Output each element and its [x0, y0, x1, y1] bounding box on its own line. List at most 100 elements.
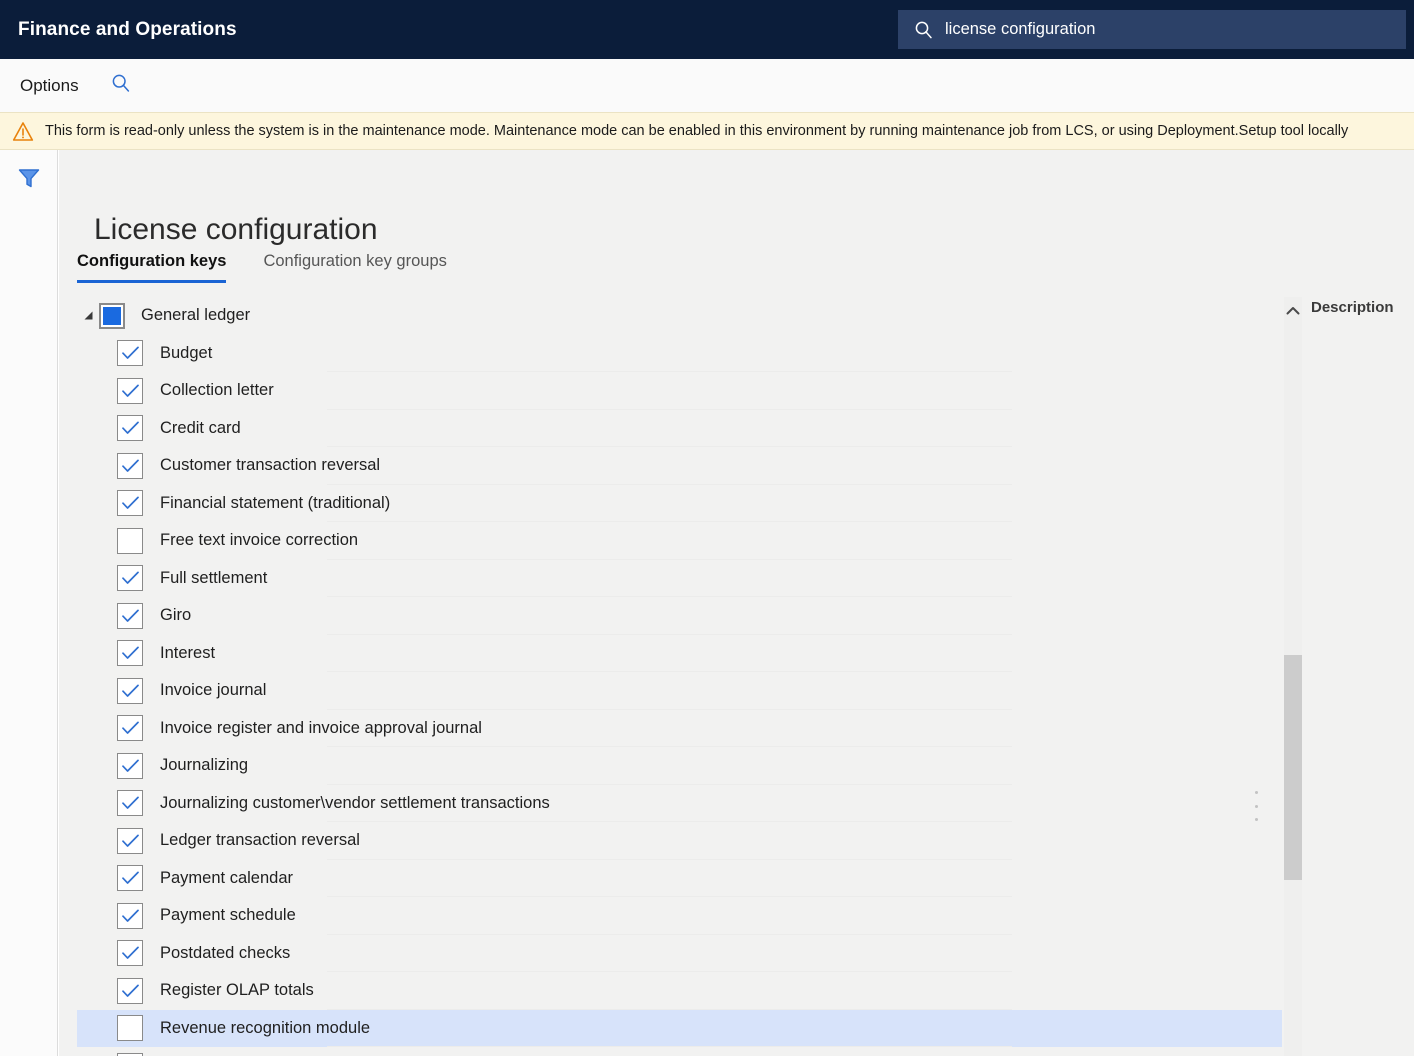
checkmark-icon [121, 871, 139, 885]
global-search-input[interactable]: license configuration [945, 20, 1095, 39]
tree-row-label: Full settlement [160, 568, 268, 587]
tree-row-label: Budget [160, 343, 213, 362]
filter-funnel-icon[interactable] [16, 165, 42, 196]
page-title: License configuration [94, 213, 378, 247]
tree-row[interactable] [77, 1047, 1282, 1056]
message-bar: This form is read-only unless the system… [0, 112, 1414, 150]
checkmark-icon [121, 984, 139, 997]
tree-row-label: Ledger transaction reversal [160, 831, 360, 850]
message-bar-text: This form is read-only unless the system… [45, 123, 1349, 139]
checkmark-icon [121, 909, 139, 922]
checkmark-icon [121, 459, 139, 472]
tab-strip: Configuration keys Configuration key gro… [77, 250, 484, 283]
description-column-header: Description [1311, 299, 1394, 316]
triangle-expanded-icon[interactable] [77, 297, 99, 335]
checkmark-icon [121, 834, 139, 847]
checkbox-checked[interactable] [117, 565, 143, 592]
checkbox-checked[interactable] [117, 715, 143, 742]
checkmark-icon [121, 571, 139, 585]
tree-row[interactable]: Customer transaction reversal [77, 447, 1282, 485]
warning-triangle-icon [12, 121, 34, 142]
tree-row[interactable]: Collection letter [77, 372, 1282, 410]
tree-row-label: Giro [160, 606, 192, 625]
checkmark-icon [121, 946, 139, 960]
left-rail [0, 150, 58, 1056]
checkbox-checked[interactable] [117, 865, 143, 892]
tree-row[interactable]: Payment schedule [77, 897, 1282, 935]
checkmark-icon [121, 384, 139, 397]
tree-row[interactable]: Invoice register and invoice approval jo… [77, 710, 1282, 747]
tree-row[interactable]: Ledger transaction reversal [77, 822, 1282, 860]
tree-row-label: Invoice register and invoice approval jo… [160, 718, 482, 737]
checkbox-checked[interactable] [117, 827, 143, 854]
tree-row[interactable]: Interest [77, 635, 1282, 672]
tree-row[interactable]: Journalizing [77, 747, 1282, 785]
search-icon [914, 20, 933, 39]
chevron-up-icon[interactable] [1284, 297, 1302, 325]
tree-row[interactable]: Revenue recognition module [77, 1009, 1282, 1047]
checkbox-checked[interactable] [117, 977, 143, 1004]
checkbox-checked[interactable] [117, 640, 143, 667]
checkbox-checked[interactable] [117, 377, 143, 404]
checkmark-icon [121, 646, 139, 660]
global-search-box[interactable]: license configuration [898, 10, 1406, 49]
checkmark-icon [121, 684, 139, 697]
checkbox-checked[interactable] [117, 415, 143, 442]
tree-row-label: Interest [160, 643, 216, 662]
tree-row-label: Revenue recognition module [160, 1018, 371, 1037]
grip-dot [1254, 791, 1258, 794]
checkmark-icon [121, 721, 139, 735]
checkbox-unchecked[interactable] [117, 1015, 143, 1042]
tree-row[interactable]: Journalizing customer\vendor settlement … [77, 785, 1282, 822]
tree-row[interactable]: Financial statement (traditional) [77, 485, 1282, 522]
tree-row-root[interactable]: General ledger [77, 297, 1282, 335]
tab-configuration-keys[interactable]: Configuration keys [77, 250, 227, 283]
checkmark-icon [121, 759, 139, 772]
main-workspace: License configuration Configuration keys… [59, 150, 1414, 1056]
tree-children-container: Budget Collection letter Credit card Custom… [77, 335, 1282, 1056]
checkbox-checked[interactable] [117, 790, 143, 817]
checkmark-icon [121, 796, 139, 810]
tree-row-label: Journalizing [160, 756, 249, 775]
tree-row[interactable]: Postdated checks [77, 935, 1282, 972]
tree-row[interactable]: Payment calendar [77, 860, 1282, 897]
tree-row[interactable]: Full settlement [77, 560, 1282, 597]
toolbar-search-button[interactable] [105, 69, 137, 102]
checkbox-unchecked[interactable] [117, 527, 143, 554]
checkbox-checked[interactable] [117, 940, 143, 967]
search-icon [111, 73, 131, 98]
tree-row-label: Register OLAP totals [160, 981, 314, 1000]
checkmark-icon [121, 421, 139, 435]
tree-row[interactable]: Invoice journal [77, 672, 1282, 710]
tree-row-label: Free text invoice correction [160, 531, 359, 550]
tree-vertical-scrollbar[interactable] [1284, 297, 1302, 1056]
checkbox-checked[interactable] [117, 340, 143, 367]
scrollbar-thumb[interactable] [1284, 655, 1302, 880]
options-button[interactable]: Options [14, 72, 85, 100]
checkbox-checked[interactable] [117, 902, 143, 929]
checkbox-checked[interactable] [117, 490, 143, 517]
tree-root-label: General ledger [141, 306, 251, 325]
configuration-keys-tree: General ledger Budget Collection letter Cr… [77, 297, 1282, 1056]
tree-row-label: Postdated checks [160, 943, 291, 962]
app-title: Finance and Operations [18, 18, 237, 40]
checkmark-icon [121, 346, 139, 360]
checkbox-checked[interactable] [117, 452, 143, 479]
grip-dot [1254, 818, 1258, 821]
command-bar: Options [0, 59, 1414, 112]
tree-row[interactable]: Free text invoice correction [77, 522, 1282, 560]
tab-configuration-key-groups[interactable]: Configuration key groups [263, 250, 446, 283]
description-pane: Description [1311, 297, 1414, 1056]
tree-row[interactable]: Budget [77, 335, 1282, 372]
tree-row-label: Credit card [160, 418, 241, 437]
checkbox-checked[interactable] [117, 752, 143, 779]
tree-row[interactable]: Credit card [77, 410, 1282, 447]
tree-row[interactable]: Register OLAP totals [77, 972, 1282, 1010]
checkbox-checked[interactable] [117, 602, 143, 629]
tree-row[interactable]: Giro [77, 597, 1282, 635]
checkbox-checked[interactable] [117, 677, 143, 704]
grip-dot [1254, 804, 1258, 808]
vertical-dots-grip-icon[interactable] [1249, 791, 1263, 821]
tree-row-label: Customer transaction reversal [160, 456, 381, 475]
tree-root-checkbox[interactable] [99, 302, 125, 329]
